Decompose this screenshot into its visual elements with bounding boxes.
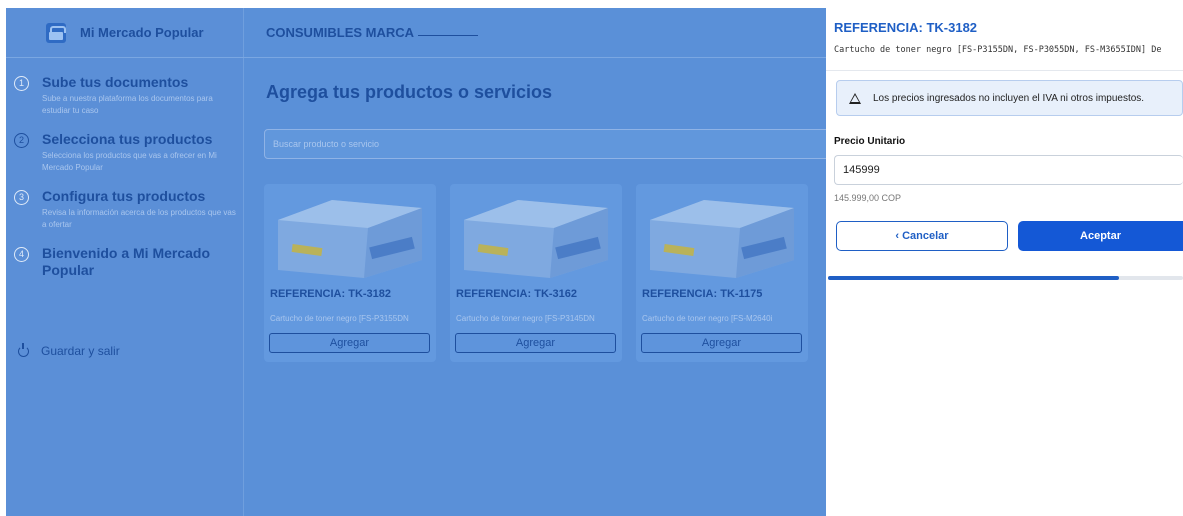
search-input[interactable]: Buscar producto o servicio <box>264 129 826 159</box>
product-description: Cartucho de toner negro [FS-P3145DN <box>456 314 595 323</box>
brand-title: Mi Mercado Popular <box>80 25 204 40</box>
step-number: 4 <box>14 247 29 262</box>
product-card[interactable]: REFERENCIA: TK-3182 Cartucho de toner ne… <box>264 184 436 362</box>
panel-description: Cartucho de toner negro [FS-P3155DN, FS-… <box>834 45 1162 55</box>
step-1[interactable]: 1 Sube tus documentos Sube a nuestra pla… <box>6 74 244 117</box>
breadcrumb[interactable]: CONSUMIBLES MARCA <box>266 25 414 40</box>
step-title: Bienvenido a Mi Mercado Popular <box>42 245 211 278</box>
panel-title: REFERENCIA: TK-3182 <box>834 20 978 35</box>
breadcrumb-underline <box>418 34 479 37</box>
progress-fill <box>828 276 1120 280</box>
product-reference: REFERENCIA: TK-3182 <box>270 288 392 300</box>
product-image <box>650 200 794 278</box>
step-description: Sube a nuestra plataforma los documentos… <box>42 94 213 115</box>
store-logo-icon <box>46 22 66 43</box>
step-number: 1 <box>14 76 29 91</box>
step-3[interactable]: 3 Configura tus productos Revisa la info… <box>6 188 244 231</box>
save-and-exit-button[interactable]: Guardar y salir <box>18 342 120 358</box>
add-product-button[interactable]: Agregar <box>269 333 430 353</box>
sidebar: Mi Mercado Popular 1 Sube tus documentos… <box>6 8 244 516</box>
add-product-button[interactable]: Agregar <box>641 333 802 353</box>
tax-alert: Los precios ingresados no incluyen el IV… <box>836 80 1183 116</box>
step-number: 2 <box>14 133 29 148</box>
product-reference: REFERENCIA: TK-1175 <box>642 288 763 300</box>
alert-text: Los precios ingresados no incluyen el IV… <box>873 92 1145 104</box>
main-content: CONSUMIBLES MARCA Agrega tus productos o… <box>244 8 826 516</box>
product-image <box>464 200 608 278</box>
warning-icon <box>849 92 861 104</box>
add-product-button[interactable]: Agregar <box>455 333 616 353</box>
step-title: Sube tus documentos <box>42 74 189 90</box>
progress-bar <box>828 276 1183 280</box>
product-card[interactable]: REFERENCIA: TK-1175 Cartucho de toner ne… <box>636 184 808 362</box>
divider <box>826 70 1183 71</box>
step-description: Selecciona los productos que vas a ofrec… <box>42 151 217 172</box>
step-4[interactable]: 4 Bienvenido a Mi Mercado Popular <box>6 245 244 279</box>
background-overlay: Mi Mercado Popular 1 Sube tus documentos… <box>6 8 826 516</box>
steps-list: 1 Sube tus documentos Sube a nuestra pla… <box>6 74 244 293</box>
product-description: Cartucho de toner negro [FS-P3155DN <box>270 314 409 323</box>
price-panel: REFERENCIA: TK-3182 Cartucho de toner ne… <box>826 8 1183 516</box>
step-2[interactable]: 2 Selecciona tus productos Selecciona lo… <box>6 131 244 174</box>
product-reference: REFERENCIA: TK-3162 <box>456 288 578 300</box>
product-image <box>278 200 422 278</box>
product-list: REFERENCIA: TK-3182 Cartucho de toner ne… <box>264 184 822 362</box>
page-title: Agrega tus productos o servicios <box>266 82 553 102</box>
save-and-exit-label: Guardar y salir <box>41 344 120 358</box>
cancel-button[interactable]: ‹ Cancelar <box>836 221 1008 251</box>
product-card[interactable]: REFERENCIA: TK-3162 Cartucho de toner ne… <box>450 184 622 362</box>
step-title: Configura tus productos <box>42 188 206 204</box>
brand: Mi Mercado Popular <box>6 8 244 58</box>
power-icon <box>18 342 29 357</box>
step-description: Revisa la información acerca de los prod… <box>42 208 236 229</box>
accept-button[interactable]: Aceptar <box>1018 221 1183 251</box>
price-formatted: 145.999,00 COP <box>834 193 902 203</box>
price-label: Precio Unitario <box>834 136 906 147</box>
step-title: Selecciona tus productos <box>42 131 213 147</box>
step-number: 3 <box>14 190 29 205</box>
price-input[interactable]: 145999 <box>834 155 1183 185</box>
product-description: Cartucho de toner negro [FS-M2640i <box>642 314 773 323</box>
app-window: Mi Mercado Popular 1 Sube tus documentos… <box>0 0 1183 516</box>
topbar: CONSUMIBLES MARCA <box>244 8 826 58</box>
